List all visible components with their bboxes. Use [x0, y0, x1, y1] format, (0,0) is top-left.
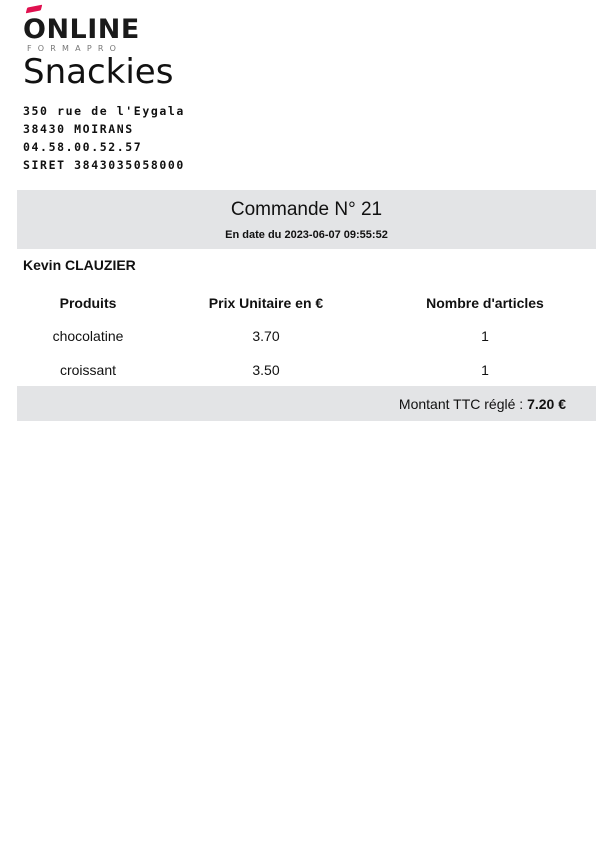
address-city: 38430 MOIRANS — [23, 122, 134, 136]
column-header-quantity: Nombre d'articles — [426, 295, 544, 311]
logo-accent-mark — [25, 4, 43, 14]
row-1-product: chocolatine — [52, 328, 124, 344]
logo-word: ONLINE — [23, 14, 140, 45]
row-1-unit-price: 3.70 — [252, 328, 280, 344]
order-date: En date du 2023-06-07 09:55:52 — [225, 229, 388, 241]
total-amount: 7.20 € — [527, 396, 566, 412]
row-2-quantity: 1 — [481, 362, 489, 378]
row-2-product: croissant — [59, 362, 117, 378]
column-header-unit-price: Prix Unitaire en € — [208, 295, 324, 311]
column-header-products: Produits — [59, 295, 117, 311]
address-siret: SIRET 3843035058000 — [23, 158, 185, 172]
total-label: Montant TTC réglé : — [398, 396, 528, 412]
formapro-logo: ONLINE FORMAPRO — [23, 4, 153, 54]
order-title: Commande N° 21 — [230, 199, 383, 220]
total-line: Montant TTC réglé : 7.20 € — [399, 396, 566, 412]
shop-address: 350 rue de l'Eygala 38430 MOIRANS 04.58.… — [23, 102, 185, 174]
address-phone: 04.58.00.52.57 — [23, 140, 143, 154]
shop-name: Snackies — [23, 52, 174, 92]
total-band: Montant TTC réglé : 7.20 € — [17, 386, 596, 421]
customer-name: Kevin CLAUZIER — [23, 257, 136, 273]
row-1-quantity: 1 — [481, 328, 489, 344]
row-2-unit-price: 3.50 — [252, 362, 280, 378]
address-street: 350 rue de l'Eygala — [23, 104, 185, 118]
order-header-band: Commande N° 21 En date du 2023-06-07 09:… — [17, 190, 596, 249]
